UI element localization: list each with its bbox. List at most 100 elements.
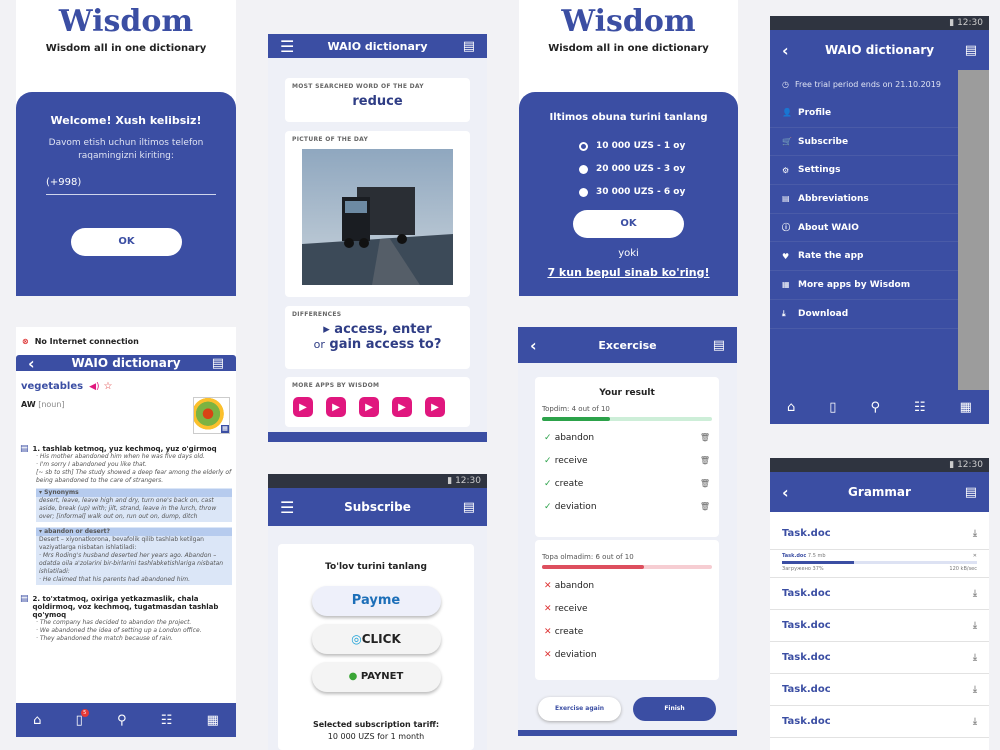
login-panel: Welcome! Xush kelibsiz! Davom etish uchu…	[16, 92, 236, 296]
app-icon[interactable]: ▶	[293, 397, 313, 417]
dictionary-icon[interactable]: ▤	[965, 43, 977, 58]
wrong-word-row: ✕ receive	[535, 597, 719, 620]
trash-icon[interactable]: 🗑	[700, 456, 710, 465]
menu-item-about-waio[interactable]: ⓘ About WAIO	[770, 214, 958, 243]
menu-item-label: Download	[798, 308, 849, 319]
file-item[interactable]: Task.doc ⤓	[770, 578, 989, 610]
search-icon[interactable]: ⚲	[117, 713, 127, 728]
tariff-option[interactable]: 10 000 UZS - 1 oy	[579, 135, 738, 158]
app-header: ‹ Grammar ▤	[770, 472, 989, 512]
vegetables-image[interactable]: ▦	[193, 397, 230, 434]
star-icon[interactable]: ☆	[104, 381, 113, 392]
file-item[interactable]: Task.doc ⤓	[770, 610, 989, 642]
synonyms-head[interactable]: ▾ Synonyms	[36, 489, 232, 497]
trash-icon[interactable]: 🗑	[700, 433, 710, 442]
download-icon[interactable]: ⤓	[973, 653, 977, 663]
app-icon[interactable]: ▶	[359, 397, 379, 417]
download-size: 7.5 mb	[807, 553, 826, 559]
download-icon[interactable]: ⤓	[973, 685, 977, 695]
file-item[interactable]: Task.doc ⤓	[770, 518, 989, 550]
menu-icon[interactable]: ☰	[280, 498, 294, 517]
differences-card[interactable]: DIFFERENCES ▸ access, enter or gain acce…	[285, 306, 470, 369]
app-header: ‹ WAIO dictionary ▤	[770, 30, 989, 70]
wotd-word: reduce	[352, 94, 403, 109]
download-speed: 120 kB/sec	[949, 566, 977, 572]
payme-button[interactable]: Payme	[311, 586, 441, 616]
word-label: create	[554, 626, 584, 637]
back-icon[interactable]: ‹	[530, 336, 537, 355]
tariff-option[interactable]: 30 000 UZS - 6 oy	[579, 181, 738, 204]
file-item[interactable]: Task.doc ⤓	[770, 642, 989, 674]
word-label: deviation	[554, 501, 597, 512]
list-icon[interactable]: ☷	[914, 400, 926, 415]
usage-head[interactable]: ▾ abandon or desert?	[36, 528, 232, 536]
entry-body: ▤ 1. tashlab ketmoq, yuz kechmoq, yuz o'g…	[20, 445, 232, 643]
list-icon[interactable]: ☷	[161, 713, 173, 728]
tariff-option[interactable]: 20 000 UZS - 3 oy	[579, 158, 738, 181]
trial-link[interactable]: 7 kun bepul sinab ko'ring!	[519, 266, 738, 279]
trial-note: ◷ Free trial period ends on 21.10.2019	[770, 70, 958, 99]
download-icon[interactable]: ⤓	[973, 529, 977, 539]
file-item[interactable]: Task.doc ⤓	[770, 674, 989, 706]
tariff-label: 20 000 UZS - 3 oy	[596, 164, 686, 174]
dictionary-icon[interactable]: ▤	[463, 500, 475, 515]
audio-icon[interactable]: ◀)	[89, 382, 99, 392]
picture-of-day-card[interactable]: PICTURE OF THE DAY	[285, 131, 470, 297]
menu-item-profile[interactable]: 👤 Profile	[770, 99, 958, 128]
flashcards-icon[interactable]: ▯ 5	[76, 708, 89, 728]
menu-item-settings[interactable]: ⚙ Settings	[770, 156, 958, 186]
word-of-day-card[interactable]: MOST SEARCHED WORD OF THE DAY reduce	[285, 78, 470, 122]
cancel-icon[interactable]: ✕	[973, 553, 977, 559]
word-cell: ✕ create	[544, 627, 583, 637]
bottom-nav-stub	[268, 432, 487, 442]
download-icon[interactable]: ⤓	[973, 621, 977, 631]
download-icon[interactable]: ⤓	[973, 717, 977, 727]
click-button[interactable]: ◎CLICK	[311, 624, 441, 654]
bottom-nav: ⌂ ▯ ⚲ ☷ ▦	[770, 390, 989, 424]
usage-box: ▾ abandon or desert? Desert – xiyonatkoro…	[36, 527, 232, 585]
welcome-title: Welcome! Xush kelibsiz!	[50, 114, 202, 127]
exercise-again-label: Exercise again	[554, 705, 605, 712]
back-icon[interactable]: ‹	[782, 41, 789, 60]
dictionary-icon[interactable]: ▤	[713, 338, 725, 353]
exercise-again-button[interactable]: Exercise again	[538, 697, 621, 721]
ok-button[interactable]: OK	[71, 228, 182, 256]
app-icon[interactable]: ▶	[326, 397, 346, 417]
paynet-button[interactable]: ● PAYNET	[311, 662, 441, 692]
home-icon[interactable]: ⌂	[33, 713, 41, 728]
app-icon[interactable]: ▶	[425, 397, 445, 417]
found-bar	[542, 417, 712, 421]
menu-item-more-apps-by-wisdom[interactable]: ▦ More apps by Wisdom	[770, 271, 958, 300]
download-icon[interactable]: ⤓	[973, 589, 977, 599]
menu-item-subscribe[interactable]: 🛒 Subscribe	[770, 128, 958, 157]
menu-item-abbreviations[interactable]: ▤ Abbreviations	[770, 185, 958, 214]
flashcards-icon[interactable]: ▯	[829, 400, 836, 415]
more-apps-card: MORE APPS BY WISDOM ▶ ▶ ▶ ▶ ▶	[285, 377, 470, 427]
phone-prompt: Davom etish uchun iltimos telefon raqami…	[48, 138, 204, 161]
phone-input[interactable]: (+998)	[46, 177, 216, 195]
menu-item-download[interactable]: ⤓ Download	[770, 300, 958, 329]
back-icon[interactable]: ‹	[28, 354, 35, 373]
trash-icon[interactable]: 🗑	[700, 502, 710, 511]
translate-icon[interactable]: ▦	[207, 713, 219, 728]
menu-icon[interactable]: ☰	[280, 37, 294, 56]
definition-2: 2. to'xtatmoq, oxiriga yetkazmaslik, cha…	[32, 595, 219, 619]
menu-item-rate-the-app[interactable]: ♥ Rate the app	[770, 242, 958, 272]
finish-button[interactable]: Finish	[633, 697, 716, 721]
header-title: Grammar	[848, 485, 911, 499]
back-icon[interactable]: ‹	[782, 483, 789, 502]
dictionary-icon[interactable]: ▤	[463, 39, 475, 54]
app-icon[interactable]: ▶	[392, 397, 412, 417]
translate-icon[interactable]: ▦	[960, 400, 972, 415]
home-icon[interactable]: ⌂	[787, 400, 795, 415]
dictionary-icon[interactable]: ▤	[965, 485, 977, 500]
dictionary-icon[interactable]: ▤	[212, 356, 224, 371]
or-text: yoki	[618, 248, 639, 259]
trash-icon[interactable]: 🗑	[700, 479, 710, 488]
search-icon[interactable]: ⚲	[870, 400, 880, 415]
file-item[interactable]: Task.doc ⤓	[770, 706, 989, 738]
file-name: Task.doc	[782, 620, 831, 631]
expand-icon[interactable]: ▦	[221, 425, 229, 433]
download-bar-fill	[782, 561, 855, 564]
ok-button[interactable]: OK	[573, 210, 684, 238]
